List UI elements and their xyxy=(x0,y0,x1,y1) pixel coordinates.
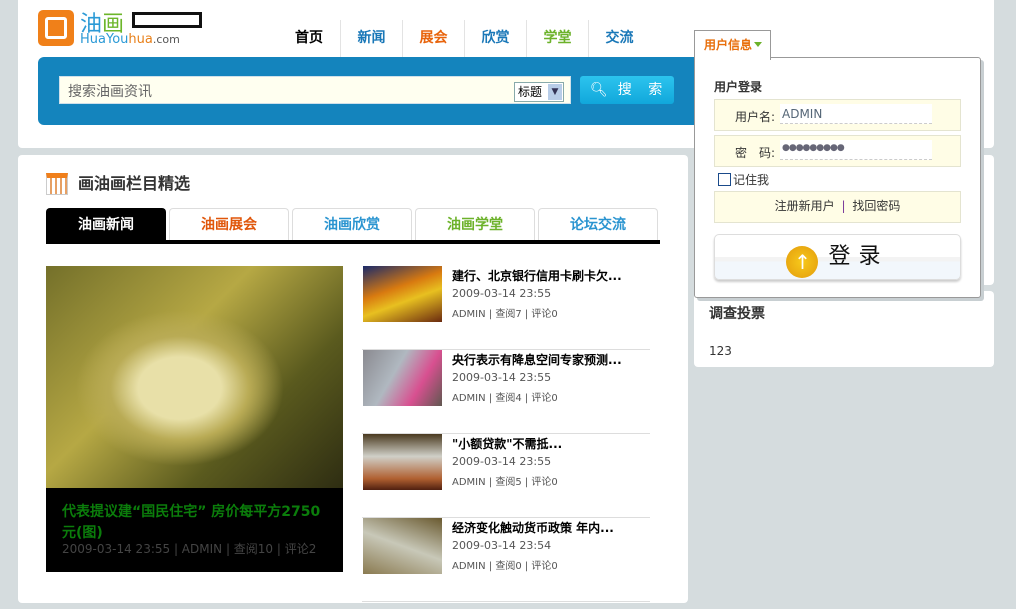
user-info-tab[interactable]: 用户信息 xyxy=(694,30,771,60)
news-date: 2009-03-14 23:54 xyxy=(452,539,552,552)
account-links: 注册新用户 | 找回密码 xyxy=(714,191,961,223)
tab-forum[interactable]: 论坛交流 xyxy=(538,208,658,240)
news-item[interactable]: 央行表示有降息空间专家预测... 2009-03-14 23:55 ADMIN … xyxy=(362,350,650,434)
nav-school[interactable]: 学堂 xyxy=(526,20,588,57)
password-label: 密 码: xyxy=(735,146,776,160)
search-input[interactable]: 搜索油画资讯 xyxy=(59,76,571,104)
tab-appreciation[interactable]: 油画欣赏 xyxy=(292,208,412,240)
login-popup: 用户登录 用户名: ADMIN 密 码: ●●●●●●●●● 记住我 注册新用户… xyxy=(694,57,981,298)
username-label: 用户名: xyxy=(735,110,776,124)
news-title[interactable]: 经济变化触动货币政策 年内... xyxy=(452,519,614,536)
search-icon: 🔍︎ xyxy=(590,82,608,98)
news-date: 2009-03-14 23:55 xyxy=(452,371,552,384)
username-input[interactable]: ADMIN xyxy=(780,104,932,124)
news-date: 2009-03-14 23:55 xyxy=(452,455,552,468)
search-type-select[interactable]: 标题 ▼ xyxy=(514,82,564,102)
news-title[interactable]: 央行表示有降息空间专家预测... xyxy=(452,351,622,368)
news-title[interactable]: "小额贷款"不需抵... xyxy=(452,435,562,452)
news-thumbnail[interactable] xyxy=(363,434,442,490)
featured-meta: 2009-03-14 23:55 | ADMIN | 查阅10 | 评论2 xyxy=(62,542,317,556)
news-meta: ADMIN | 查阅7 | 评论0 xyxy=(452,309,558,320)
tab-news[interactable]: 油画新闻 xyxy=(46,208,166,240)
remember-checkbox[interactable] xyxy=(718,173,731,186)
vote-panel: 调查投票 123 xyxy=(694,291,994,367)
news-item[interactable]: "小额贷款"不需抵... 2009-03-14 23:55 ADMIN | 查阅… xyxy=(362,434,650,518)
news-date: 2009-03-14 23:55 xyxy=(452,287,552,300)
remember-me[interactable]: 记住我 xyxy=(718,171,769,188)
nav-forum[interactable]: 交流 xyxy=(588,20,650,57)
logo-icon xyxy=(38,10,74,46)
news-meta: ADMIN | 查阅0 | 评论0 xyxy=(452,561,558,572)
calendar-icon xyxy=(46,173,68,195)
logo-mark xyxy=(132,12,202,28)
featured-title[interactable]: 代表提议建“国民住宅” 房价每平方2750元(图) xyxy=(62,502,332,544)
recover-password-link[interactable]: 找回密码 xyxy=(852,199,900,213)
login-title: 用户登录 xyxy=(714,80,763,94)
search-button[interactable]: 🔍︎ 搜 索 xyxy=(580,76,674,104)
site-logo[interactable]: 油画 HuaYouhua.com xyxy=(38,8,208,48)
nav-appreciation[interactable]: 欣赏 xyxy=(464,20,526,57)
featured-panel: 画油画栏目精选 油画新闻 油画展会 油画欣赏 油画学堂 论坛交流 代表提议建“国… xyxy=(18,155,688,603)
chevron-down-icon: ▼ xyxy=(548,84,562,100)
featured-article[interactable]: 代表提议建“国民住宅” 房价每平方2750元(图) 2009-03-14 23:… xyxy=(46,266,343,572)
news-title[interactable]: 建行、北京银行信用卡刷卡欠... xyxy=(452,267,622,284)
login-button[interactable]: ↑ 登录 xyxy=(714,234,961,280)
arrow-up-icon: ↑ xyxy=(786,246,819,278)
vote-title: 调查投票 xyxy=(709,306,765,322)
news-meta: ADMIN | 查阅4 | 评论0 xyxy=(452,393,558,404)
news-meta: ADMIN | 查阅5 | 评论0 xyxy=(452,477,558,488)
dropdown-arrow-icon xyxy=(754,42,763,51)
featured-image[interactable] xyxy=(46,266,343,488)
nav-home[interactable]: 首页 xyxy=(278,20,340,57)
password-row: 密 码: ●●●●●●●●● xyxy=(714,135,961,167)
username-row: 用户名: ADMIN xyxy=(714,99,961,131)
tab-school[interactable]: 油画学堂 xyxy=(415,208,535,240)
news-item[interactable]: 建行、北京银行信用卡刷卡欠... 2009-03-14 23:55 ADMIN … xyxy=(362,266,650,350)
vote-content: 123 xyxy=(709,344,732,358)
news-thumbnail[interactable] xyxy=(363,518,442,574)
register-link[interactable]: 注册新用户 xyxy=(775,199,835,213)
section-title: 画油画栏目精选 xyxy=(46,173,190,195)
tab-bar: 油画新闻 油画展会 油画欣赏 油画学堂 论坛交流 xyxy=(46,208,660,244)
search-bar: 搜索油画资讯 标题 ▼ 🔍︎ 搜 索 xyxy=(38,57,708,125)
nav-news[interactable]: 新闻 xyxy=(340,20,402,57)
news-thumbnail[interactable] xyxy=(363,266,442,322)
nav-exhibition[interactable]: 展会 xyxy=(402,20,464,57)
news-thumbnail[interactable] xyxy=(363,350,442,406)
tab-exhibition[interactable]: 油画展会 xyxy=(169,208,289,240)
main-nav: 首页 新闻 展会 欣赏 学堂 交流 xyxy=(278,20,650,57)
password-input[interactable]: ●●●●●●●●● xyxy=(780,140,932,160)
news-item[interactable]: 经济变化触动货币政策 年内... 2009-03-14 23:54 ADMIN … xyxy=(362,518,650,602)
